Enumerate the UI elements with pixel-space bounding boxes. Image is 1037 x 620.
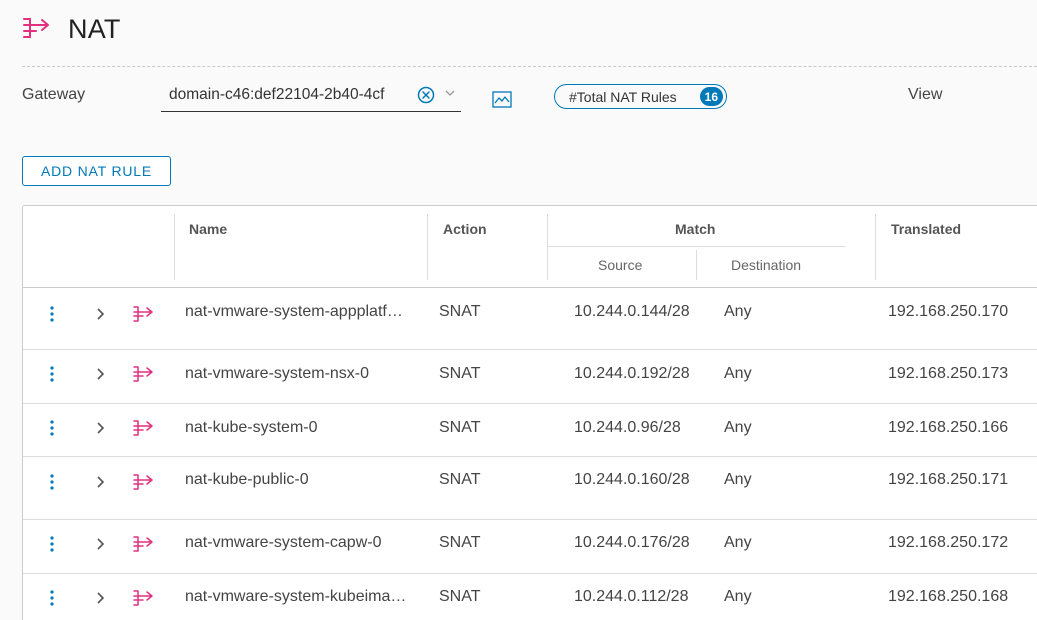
column-header-destination[interactable]: Destination [731, 257, 801, 273]
chevron-down-icon[interactable] [444, 87, 456, 99]
rule-translated: 192.168.250.166 [888, 419, 1009, 436]
rule-name[interactable]: nat-vmware-system-capw-0 [185, 534, 410, 552]
table-row: nat-kube-system-0 SNAT 10.244.0.96/28 An… [23, 404, 1037, 457]
badge-count: 16 [699, 87, 723, 106]
gateway-select[interactable]: domain-c46:def22104-2b40-4cf [161, 82, 461, 112]
rule-source: 10.244.0.144/28 [574, 303, 690, 320]
chevron-right-icon[interactable] [94, 307, 106, 321]
rule-name[interactable]: nat-vmware-system-nsx-0 [185, 365, 410, 383]
column-header-source[interactable]: Source [598, 257, 642, 273]
table-row: nat-kube-public-0 SNAT 10.244.0.160/28 A… [23, 457, 1037, 520]
page-title: NAT [68, 13, 121, 44]
table-header: Name Action Match Source Destination Tra… [23, 206, 1037, 288]
badge-label: #Total NAT Rules [569, 88, 677, 105]
chevron-right-icon[interactable] [94, 367, 106, 381]
table-row: nat-vmware-system-nsx-0 SNAT 10.244.0.19… [23, 350, 1037, 404]
page-header: NAT [22, 12, 121, 46]
rule-action: SNAT [439, 365, 481, 382]
chevron-right-icon[interactable] [94, 421, 106, 435]
kebab-menu-icon[interactable] [49, 365, 55, 383]
header-separator [547, 214, 548, 280]
rule-source: 10.244.0.176/28 [574, 534, 690, 551]
total-nat-rules-badge: #Total NAT Rules 16 [554, 84, 727, 109]
header-separator [427, 214, 428, 280]
rule-destination: Any [724, 588, 752, 605]
nat-icon [23, 18, 49, 38]
gateway-select-value: domain-c46:def22104-2b40-4cf [169, 86, 385, 103]
column-header-action[interactable]: Action [443, 221, 487, 237]
add-nat-rule-button[interactable]: ADD NAT RULE [22, 156, 171, 186]
rule-action: SNAT [439, 471, 481, 488]
rule-destination: Any [724, 419, 752, 436]
rule-destination: Any [724, 365, 752, 382]
rule-source: 10.244.0.192/28 [574, 365, 690, 382]
rule-name[interactable]: nat-vmware-system-kubeimage-0 [185, 588, 410, 606]
rule-translated: 192.168.250.171 [888, 471, 1009, 488]
rule-action: SNAT [439, 534, 481, 551]
chevron-right-icon[interactable] [94, 537, 106, 551]
nat-rules-table: Name Action Match Source Destination Tra… [22, 205, 1037, 620]
rule-action: SNAT [439, 303, 481, 320]
nat-rule-icon [133, 590, 153, 606]
kebab-menu-icon[interactable] [49, 535, 55, 553]
chevron-right-icon[interactable] [94, 591, 106, 605]
nat-rule-icon [133, 420, 153, 436]
table-row: nat-vmware-system-capw-0 SNAT 10.244.0.1… [23, 520, 1037, 574]
rule-destination: Any [724, 471, 752, 488]
rule-translated: 192.168.250.170 [888, 303, 1009, 320]
rule-translated: 192.168.250.168 [888, 588, 1009, 605]
match-group-line [547, 246, 845, 247]
rule-name[interactable]: nat-kube-public-0 [185, 471, 410, 489]
header-separator [174, 214, 175, 280]
kebab-menu-icon[interactable] [49, 473, 55, 491]
column-header-match: Match [675, 221, 716, 237]
chevron-right-icon[interactable] [94, 475, 106, 489]
rule-source: 10.244.0.160/28 [574, 471, 690, 488]
rule-source: 10.244.0.96/28 [574, 419, 681, 436]
nat-rule-icon [133, 366, 153, 382]
rule-action: SNAT [439, 588, 481, 605]
rule-destination: Any [724, 303, 752, 320]
clear-circle-icon[interactable] [417, 86, 435, 104]
nat-rule-icon [133, 306, 153, 322]
header-divider [22, 66, 1037, 67]
nat-rule-icon [133, 474, 153, 490]
view-label: View [908, 86, 943, 103]
header-separator [696, 250, 697, 280]
gateway-label: Gateway [22, 86, 86, 103]
rule-name[interactable]: nat-vmware-system-appplatform-operator-s… [185, 303, 410, 321]
kebab-menu-icon[interactable] [49, 419, 55, 437]
rule-translated: 192.168.250.172 [888, 534, 1009, 551]
rule-name[interactable]: nat-kube-system-0 [185, 419, 410, 437]
column-header-translated[interactable]: Translated [891, 221, 961, 237]
table-row: nat-vmware-system-appplatform-operator-s… [23, 288, 1037, 350]
kebab-menu-icon[interactable] [49, 305, 55, 323]
rule-translated: 192.168.250.173 [888, 365, 1009, 382]
kebab-menu-icon[interactable] [49, 589, 55, 607]
nat-rule-icon [133, 536, 153, 552]
rule-source: 10.244.0.112/28 [574, 588, 689, 605]
rule-action: SNAT [439, 419, 481, 436]
table-row: nat-vmware-system-kubeimage-0 SNAT 10.24… [23, 574, 1037, 620]
line-chart-icon[interactable] [492, 91, 512, 109]
rule-destination: Any [724, 534, 752, 551]
column-header-name[interactable]: Name [189, 221, 227, 237]
header-separator [875, 214, 876, 280]
